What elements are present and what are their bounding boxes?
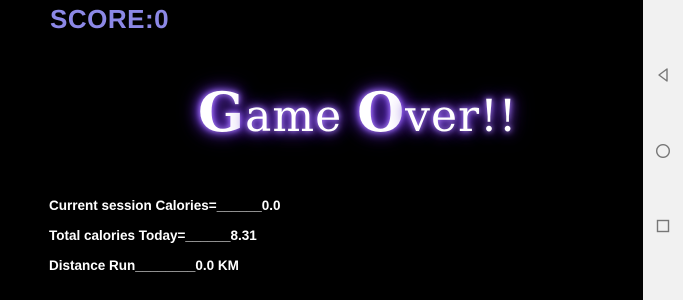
game-over-text-1: ame bbox=[245, 91, 358, 142]
home-button[interactable] bbox=[643, 136, 683, 166]
recents-button[interactable] bbox=[643, 211, 683, 241]
game-area[interactable]: SCORE:0 Game Over!! Current session Calo… bbox=[0, 0, 643, 300]
distance-run: Distance Run________0.0 KM bbox=[49, 258, 239, 273]
back-button[interactable] bbox=[643, 60, 683, 90]
game-over-cap-g: G bbox=[198, 80, 246, 144]
game-over-text-2: ver!! bbox=[405, 91, 518, 142]
total-calories-today: Total calories Today=______8.31 bbox=[49, 228, 257, 243]
game-screen: SCORE:0 Game Over!! Current session Calo… bbox=[0, 0, 683, 300]
home-icon bbox=[655, 143, 671, 159]
stats-panel: Current session Calories=______0.0 Total… bbox=[49, 196, 281, 286]
current-session-calories: Current session Calories=______0.0 bbox=[49, 198, 281, 213]
game-over-cap-o: O bbox=[357, 80, 406, 144]
score-label: SCORE:0 bbox=[50, 4, 170, 34]
recents-icon bbox=[656, 219, 670, 233]
back-icon bbox=[658, 68, 668, 82]
game-over-title: Game Over!! bbox=[198, 80, 517, 144]
system-nav-bar bbox=[643, 0, 683, 300]
